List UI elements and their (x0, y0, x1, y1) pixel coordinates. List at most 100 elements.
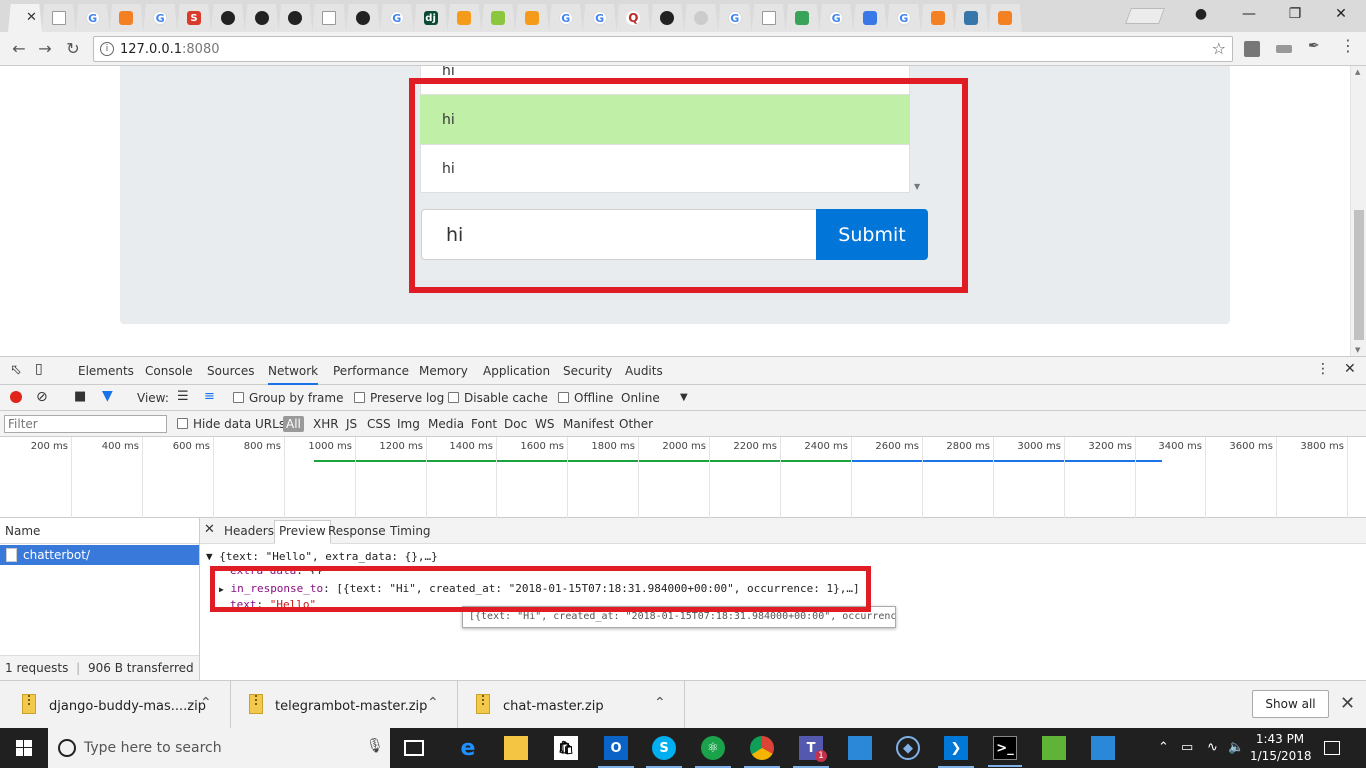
offline-checkbox[interactable]: Offline (558, 391, 613, 405)
download-item[interactable]: django-buddy-mas....zip ⌃ (0, 681, 231, 729)
tab-audits[interactable]: Audits (625, 364, 663, 378)
filter-type-img[interactable]: Img (397, 417, 420, 431)
browser-tab[interactable]: G (819, 4, 854, 32)
detail-tab-headers[interactable]: Headers (224, 524, 274, 538)
browser-tab[interactable] (41, 4, 76, 32)
browser-tab[interactable] (244, 4, 279, 32)
eyedropper-icon[interactable]: ✒ (1308, 38, 1324, 54)
chevron-down-icon[interactable]: ▼ (680, 392, 688, 403)
reload-icon[interactable]: ↻ (62, 38, 84, 60)
browser-tab[interactable] (751, 4, 786, 32)
browser-tab[interactable]: S (177, 4, 211, 32)
device-toolbar-icon[interactable]: ▯ (35, 361, 43, 377)
filter-type-manifest[interactable]: Manifest (563, 417, 614, 431)
clear-icon[interactable]: ⊘ (36, 389, 48, 405)
network-overview-timeline[interactable]: 200 ms 400 ms 600 ms 800 ms 1000 ms 1200 ms 14… (0, 437, 1366, 518)
skype-icon[interactable]: S (646, 736, 682, 768)
restore-button[interactable]: ❐ (1272, 4, 1318, 24)
browser-tab[interactable] (650, 4, 685, 32)
vscode-icon[interactable]: ❯ (938, 736, 974, 768)
action-center-icon[interactable] (1324, 741, 1340, 755)
extension-icon[interactable] (1276, 45, 1292, 53)
browser-tab[interactable]: Q (616, 4, 651, 32)
filter-type-media[interactable]: Media (428, 417, 464, 431)
atom-icon[interactable]: ⚛ (695, 736, 731, 768)
browser-tab[interactable]: ✕ (8, 4, 42, 32)
waterfall-icon[interactable]: ≡ (204, 389, 215, 404)
checkbox[interactable] (233, 392, 244, 403)
terminal-icon[interactable]: >_ (988, 736, 1022, 767)
close-tab-icon[interactable]: ✕ (26, 10, 37, 25)
browser-tab[interactable] (954, 4, 989, 32)
network-app-icon[interactable] (848, 736, 872, 760)
record-icon[interactable] (10, 391, 22, 403)
bookmark-star-icon[interactable]: ☆ (1212, 39, 1226, 58)
profile-icon[interactable]: ● (1178, 4, 1224, 24)
forward-arrow-icon[interactable]: → (34, 38, 56, 60)
tab-memory[interactable]: Memory (419, 364, 468, 378)
chevron-up-icon[interactable]: ⌃ (427, 695, 439, 711)
filter-type-font[interactable]: Font (471, 417, 497, 431)
filter-icon[interactable]: ▼ (102, 388, 113, 404)
tab-security[interactable]: Security (563, 364, 612, 378)
browser-tab[interactable]: G (886, 4, 921, 32)
tab-console[interactable]: Console (145, 364, 193, 378)
hide-data-urls-checkbox[interactable]: Hide data URLs (177, 417, 285, 431)
browser-tab[interactable] (210, 4, 245, 32)
task-view-icon[interactable] (404, 740, 424, 756)
outlook-icon[interactable]: O (598, 736, 634, 768)
close-shelf-icon[interactable]: ✕ (1340, 693, 1355, 714)
edge-icon[interactable]: e (456, 736, 480, 761)
tab-sources[interactable]: Sources (207, 364, 254, 378)
minimize-button[interactable]: — (1226, 4, 1272, 24)
address-bar[interactable]: i 127.0.0.1:8080 ☆ (93, 36, 1233, 62)
detail-tab-timing[interactable]: Timing (390, 524, 431, 538)
browser-tab[interactable] (109, 4, 144, 32)
chevron-up-icon[interactable]: ⌃ (654, 695, 666, 711)
camera-icon[interactable]: ■ (74, 389, 86, 404)
browser-tab[interactable] (785, 4, 820, 32)
filter-type-css[interactable]: CSS (367, 417, 391, 431)
tab-network[interactable]: Network (268, 364, 319, 385)
browser-tab[interactable]: dj (413, 4, 448, 32)
app-icon[interactable] (1091, 736, 1115, 760)
checkbox[interactable] (558, 392, 569, 403)
store-icon[interactable]: 🛍 (554, 736, 578, 760)
download-item[interactable]: chat-master.zip ⌃ (458, 681, 685, 729)
preview-root[interactable]: ▼ {text: "Hello", extra_data: {},…} (206, 550, 438, 563)
volume-icon[interactable]: 🔈 (1228, 740, 1244, 755)
filter-type-ws[interactable]: WS (535, 417, 554, 431)
request-row[interactable]: chatterbot/ (0, 545, 199, 565)
detail-tab-preview[interactable]: Preview (274, 520, 331, 544)
checkbox[interactable] (177, 418, 188, 429)
new-tab-button[interactable] (1125, 8, 1165, 24)
checkbox[interactable] (354, 392, 365, 403)
browser-tab[interactable]: G (75, 4, 110, 32)
devtools-menu-icon[interactable]: ⋮ (1316, 361, 1330, 377)
browser-tab[interactable] (346, 4, 380, 32)
browser-tab[interactable] (853, 4, 887, 32)
filter-type-all[interactable]: All (283, 416, 304, 432)
file-explorer-icon[interactable] (504, 736, 528, 760)
chevron-up-icon[interactable]: ⌃ (200, 695, 212, 711)
battery-icon[interactable]: ▭ (1181, 740, 1193, 755)
extension-icon[interactable] (1244, 41, 1260, 57)
filter-input[interactable] (4, 415, 167, 433)
browser-tab[interactable]: G (582, 4, 617, 32)
browser-tab[interactable] (312, 4, 347, 32)
disable-cache-checkbox[interactable]: Disable cache (448, 391, 548, 405)
filter-type-doc[interactable]: Doc (504, 417, 527, 431)
start-button[interactable] (0, 728, 48, 768)
browser-tab[interactable] (481, 4, 516, 32)
page-scrollbar[interactable]: ▲ ▼ (1350, 66, 1366, 356)
browser-tab[interactable]: G (548, 4, 583, 32)
browser-tab[interactable] (920, 4, 955, 32)
chrome-icon[interactable] (744, 736, 780, 768)
tab-elements[interactable]: Elements (78, 364, 134, 378)
browser-tab[interactable] (684, 4, 718, 32)
back-arrow-icon[interactable]: ← (8, 38, 30, 60)
inspect-icon[interactable]: ⬁ (10, 362, 22, 378)
scroll-up-icon[interactable]: ▲ (1355, 68, 1360, 76)
chevron-up-icon[interactable]: ⌃ (1158, 740, 1169, 755)
browser-tab[interactable]: G (717, 4, 752, 32)
